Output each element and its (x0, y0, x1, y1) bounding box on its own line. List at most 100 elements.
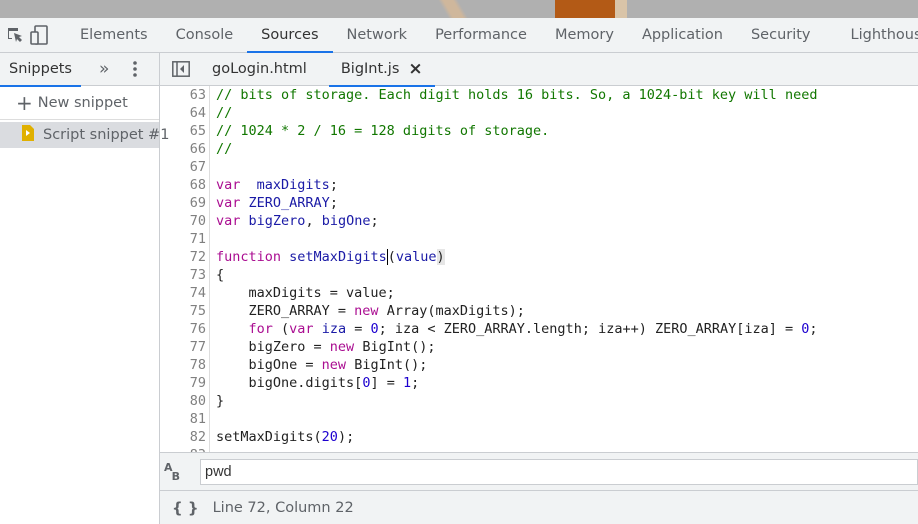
new-snippet-button[interactable]: + New snippet (0, 86, 159, 120)
tab-performance[interactable]: Performance (421, 18, 541, 52)
line-number: 74 (189, 285, 206, 301)
close-icon[interactable]: × (408, 59, 422, 79)
line-number: 76 (189, 321, 206, 337)
code-line: 68 var maxDigits; (160, 176, 818, 194)
tab-memory[interactable]: Memory (541, 18, 628, 52)
line-text: function setMaxDigits(value) (206, 248, 445, 266)
code-token: ZERO_ARRAY = (216, 303, 355, 319)
code-editor[interactable]: 63 // bits of storage. Each digit holds 1… (160, 86, 918, 452)
code-line: 80} (160, 392, 818, 410)
code-line: 63 // bits of storage. Each digit holds 1… (160, 86, 818, 104)
code-token: bigOne (321, 213, 371, 229)
code-token: iza (321, 321, 347, 337)
code-line: 72 function setMaxDigits(value) (160, 248, 818, 266)
line-number: 75 (189, 303, 206, 319)
code-line: 78 bigOne = new BigInt(); (160, 356, 818, 374)
code-line: 71 (160, 230, 818, 248)
more-options-icon[interactable] (132, 60, 138, 82)
page-background-strip (0, 0, 918, 18)
line-text: bigZero = new BigInt(); (206, 338, 436, 356)
tab-lighthouse[interactable]: Lighthouse (837, 18, 918, 52)
plus-icon: + (16, 90, 33, 115)
code-token: // 1024 * 2 / 16 = 128 digits of storage… (216, 123, 550, 139)
inspect-element-icon[interactable] (6, 23, 24, 47)
tab-security[interactable]: Security (737, 18, 825, 52)
code-token: setMaxDigits( (216, 429, 322, 445)
code-line: 75 ZERO_ARRAY = new Array(maxDigits); (160, 302, 818, 320)
file-tab-bigint[interactable]: BigInt.js × (328, 53, 435, 87)
line-number: 77 (189, 339, 206, 355)
code-token: ; (370, 213, 379, 229)
code-line: 73 { (160, 266, 818, 284)
code-line: 76 for (var iza = 0; iza < ZERO_ARRAY.le… (160, 320, 818, 338)
line-number: 66 (189, 141, 206, 157)
code-token: bigZero (248, 213, 306, 229)
code-token: // (216, 141, 233, 157)
tab-snippets[interactable]: Snippets (0, 53, 81, 87)
line-number: 65 (189, 123, 206, 139)
line-text: var bigZero, bigOne; (206, 212, 379, 230)
line-text: maxDigits = value; (206, 284, 395, 302)
code-token: var (289, 321, 314, 337)
line-number: 67 (189, 159, 206, 175)
line-number: 82 (189, 429, 206, 445)
code-token: 1 (402, 375, 412, 391)
code-token: ZERO_ARRAY (248, 195, 330, 211)
code-token: var (216, 177, 241, 193)
code-token: maxDigits = value; (216, 285, 395, 301)
search-bar: A B (160, 452, 918, 490)
tab-console[interactable]: Console (162, 18, 248, 52)
code-token: BigInt(); (354, 339, 436, 355)
device-toggle-icon[interactable] (30, 23, 48, 47)
code-token: BigInt(); (346, 357, 428, 373)
new-snippet-label: New snippet (37, 94, 128, 111)
code-token: ); (337, 429, 355, 445)
code-token: // (216, 105, 233, 121)
line-number: 81 (189, 411, 206, 427)
search-input[interactable] (200, 458, 918, 485)
code-line: 65 // 1024 * 2 / 16 = 128 digits of stora… (160, 122, 818, 140)
code-token: new (321, 357, 347, 373)
code-token: new (354, 303, 379, 319)
match-case-icon[interactable]: A B (164, 462, 180, 482)
line-number: 78 (189, 357, 206, 373)
line-text: for (var iza = 0; iza < ZERO_ARRAY.lengt… (206, 320, 818, 338)
file-tab-label: BigInt.js (340, 61, 400, 77)
more-tabs-icon[interactable]: » (99, 59, 109, 79)
snippet-file-icon (22, 125, 34, 145)
snippet-item[interactable]: Script snippet #1 (0, 122, 169, 148)
line-text: var ZERO_ARRAY; (206, 194, 338, 212)
line-text: ZERO_ARRAY = new Array(maxDigits); (206, 302, 525, 320)
toggle-navigator-icon[interactable] (172, 61, 190, 77)
line-text: setMaxDigits(20); (206, 428, 354, 446)
code-line: 64 // (160, 104, 818, 122)
file-tab-gologin[interactable]: goLogin.html (200, 53, 319, 86)
tab-network[interactable]: Network (333, 18, 422, 52)
file-tab-label: goLogin.html (212, 61, 307, 77)
line-text: // (206, 104, 232, 122)
code-token: // bits of storage. Each digit holds 16 … (216, 87, 818, 103)
tab-sources[interactable]: Sources (247, 18, 333, 53)
code-token: ; iza < ZERO_ARRAY.length; iza++) ZERO_A… (378, 321, 802, 337)
tab-elements[interactable]: Elements (66, 18, 162, 52)
line-text: bigOne.digits[0] = 1; (206, 374, 420, 392)
code-token: ; (329, 177, 338, 193)
line-text (206, 158, 216, 176)
pretty-print-icon[interactable]: { } (172, 499, 199, 517)
line-text: // (206, 140, 232, 158)
code-token: new (329, 339, 355, 355)
code-token: bigOne = (216, 357, 322, 373)
cursor-position: Line 72, Column 22 (212, 499, 354, 516)
code-token: for (248, 321, 273, 337)
line-number: 73 (189, 267, 206, 283)
tab-application[interactable]: Application (628, 18, 737, 52)
line-text: } (206, 392, 224, 410)
snippet-label: Script snippet #1 (43, 127, 170, 143)
code-token: ; (329, 195, 338, 211)
code-token: ; (809, 321, 818, 337)
